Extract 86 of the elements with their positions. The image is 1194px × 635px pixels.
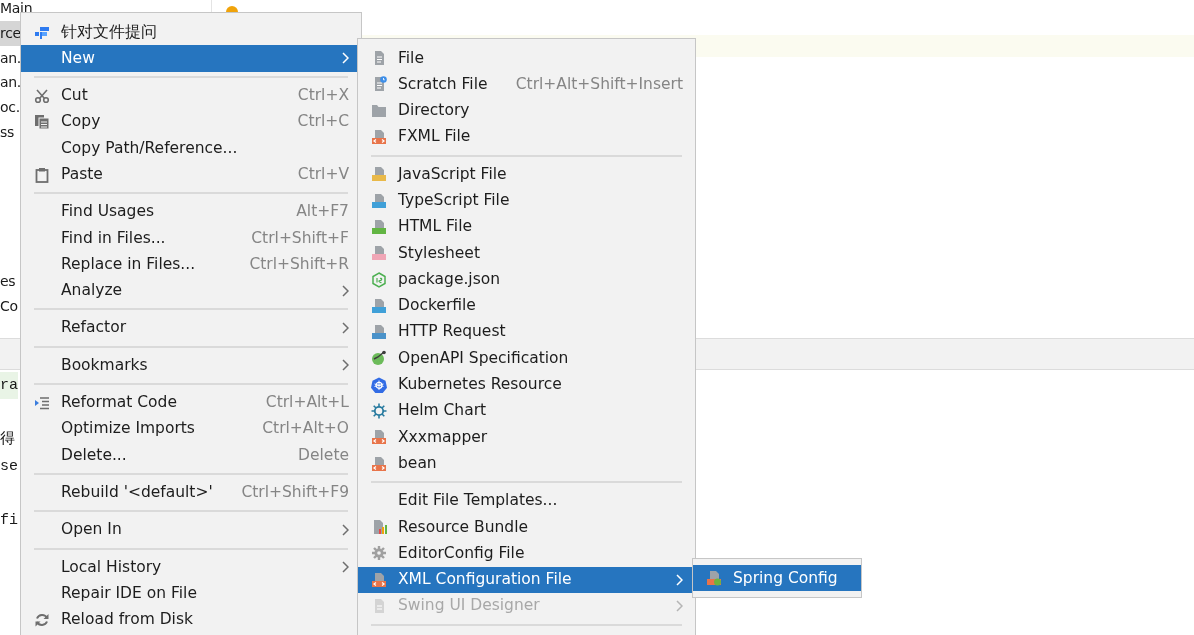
docker-file-icon bbox=[371, 297, 387, 314]
menu-item[interactable]: Find Usages Alt+F7 bbox=[21, 198, 361, 226]
shortcut-label: Ctrl+Alt+Shift+Insert bbox=[515, 73, 683, 95]
menu-item[interactable]: package.json bbox=[358, 266, 695, 293]
tree-item[interactable]: an. bbox=[0, 70, 21, 96]
menu-item[interactable]: EditorConfig File bbox=[358, 540, 695, 567]
menu-item[interactable]: Scratch File Ctrl+Alt+Shift+Insert bbox=[358, 71, 695, 98]
menu-item[interactable]: Paste Ctrl+V bbox=[21, 161, 361, 188]
menu-item[interactable]: Spring Config bbox=[693, 565, 861, 592]
folder-icon bbox=[371, 102, 387, 119]
menu-item[interactable]: Find in Files... Ctrl+Shift+F bbox=[21, 225, 361, 252]
code-line: 得 bbox=[0, 430, 15, 450]
menu-item[interactable]: Reload from Disk bbox=[21, 606, 361, 633]
menu-item[interactable]: File bbox=[358, 45, 695, 72]
shortcut-label: Ctrl+Shift+F bbox=[251, 227, 349, 249]
tree-item[interactable]: oc. bbox=[0, 95, 20, 120]
menu-item[interactable]: Refactor bbox=[21, 314, 361, 342]
menu-item[interactable]: Reformat Code Ctrl+Alt+L bbox=[21, 389, 361, 416]
menu-item[interactable]: Resource Bundle bbox=[358, 514, 695, 541]
menu-item[interactable]: XML Configuration File bbox=[358, 566, 695, 593]
menu-item[interactable]: HTML File bbox=[358, 213, 695, 241]
assistant-logo-icon bbox=[34, 24, 50, 41]
menu-item[interactable]: Optimize Imports Ctrl+Alt+O bbox=[21, 415, 361, 443]
menu-item[interactable]: JavaScript File bbox=[358, 161, 695, 188]
shortcut-label: Ctrl+X bbox=[297, 85, 349, 107]
menu-item[interactable]: Delete... Delete bbox=[21, 442, 361, 469]
menu-item[interactable]: Kubernetes Resource bbox=[358, 371, 695, 398]
menu-item[interactable]: Local History bbox=[21, 554, 361, 581]
shortcut-label: Ctrl+Shift+F9 bbox=[241, 481, 349, 503]
gear-icon bbox=[371, 545, 387, 562]
menu-item[interactable]: Rebuild '<default>' Ctrl+Shift+F9 bbox=[21, 479, 361, 506]
shortcut-label: Ctrl+Shift+R bbox=[249, 253, 349, 275]
menu-item[interactable]: Xxxmapper bbox=[358, 424, 695, 451]
menu-item[interactable]: HTTP Request bbox=[358, 318, 695, 346]
menu-item[interactable]: Copy Ctrl+C bbox=[21, 108, 361, 136]
menu-item[interactable]: Bookmarks bbox=[21, 352, 361, 379]
web-file-icon bbox=[371, 218, 387, 235]
scissors-icon bbox=[34, 87, 50, 104]
menu-item[interactable]: Replace in Files... Ctrl+Shift+R bbox=[21, 251, 361, 278]
shortcut-label: Alt+F7 bbox=[296, 201, 349, 223]
menu-item[interactable]: Analyze bbox=[21, 277, 361, 304]
reformat-icon bbox=[34, 394, 50, 411]
menu-item[interactable]: Directory bbox=[358, 97, 695, 124]
code-file-icon bbox=[371, 429, 387, 446]
shortcut-label: Ctrl+Alt+O bbox=[262, 418, 349, 440]
api-file-icon bbox=[371, 324, 387, 341]
menu-item[interactable]: Repair IDE on File bbox=[21, 580, 361, 607]
menu-item[interactable]: Stylesheet bbox=[358, 240, 695, 267]
hexagon-icon bbox=[371, 271, 387, 288]
menu-item[interactable]: FXML File bbox=[358, 123, 695, 151]
tree-item[interactable]: ss bbox=[0, 120, 14, 145]
code-line: fi bbox=[0, 511, 18, 531]
menu-item[interactable]: Edit File Templates... bbox=[358, 487, 695, 515]
code-file-icon bbox=[371, 455, 387, 472]
shortcut-label: Ctrl+Alt+L bbox=[265, 392, 349, 414]
wheel-icon bbox=[371, 376, 387, 393]
helm-wheel-icon bbox=[371, 403, 387, 419]
script-file-icon bbox=[371, 192, 387, 209]
code-line: se bbox=[0, 457, 18, 477]
menu-item[interactable]: Cut Ctrl+X bbox=[21, 82, 361, 109]
shortcut-label: Ctrl+C bbox=[297, 111, 349, 133]
shortcut-label: Ctrl+V bbox=[297, 164, 349, 185]
code-file-icon bbox=[371, 129, 387, 146]
clipboard-icon bbox=[34, 166, 50, 183]
stylesheet-icon bbox=[371, 245, 387, 262]
script-file-icon bbox=[371, 166, 387, 183]
tree-item[interactable]: Co bbox=[0, 293, 18, 319]
code-file-icon bbox=[371, 571, 387, 588]
menu-item[interactable]: TypeScript File bbox=[358, 187, 695, 214]
tree-item[interactable]: rce bbox=[0, 20, 21, 46]
shortcut-label: Delete bbox=[298, 444, 349, 466]
reload-icon bbox=[34, 611, 50, 628]
menu-item[interactable]: Helm Chart bbox=[358, 397, 695, 425]
openapi-icon bbox=[371, 350, 387, 367]
menu-item[interactable]: Open In bbox=[21, 516, 361, 544]
menu-item[interactable]: Dockerfile bbox=[358, 292, 695, 319]
menu-item[interactable]: Copy Path/Reference... bbox=[21, 135, 361, 162]
spring-file-icon bbox=[706, 570, 722, 587]
copy-icon bbox=[34, 114, 50, 131]
tree-item[interactable]: an. bbox=[0, 45, 21, 71]
resource-bundle-icon bbox=[371, 519, 387, 536]
menu-item[interactable]: 针对文件提问 bbox=[21, 19, 361, 46]
menu-item[interactable]: bean bbox=[358, 450, 695, 477]
tree-item[interactable]: Main bbox=[0, 0, 33, 21]
tree-item[interactable]: es bbox=[0, 268, 16, 294]
menu-item[interactable]: OpenAPI Specification bbox=[358, 345, 695, 372]
